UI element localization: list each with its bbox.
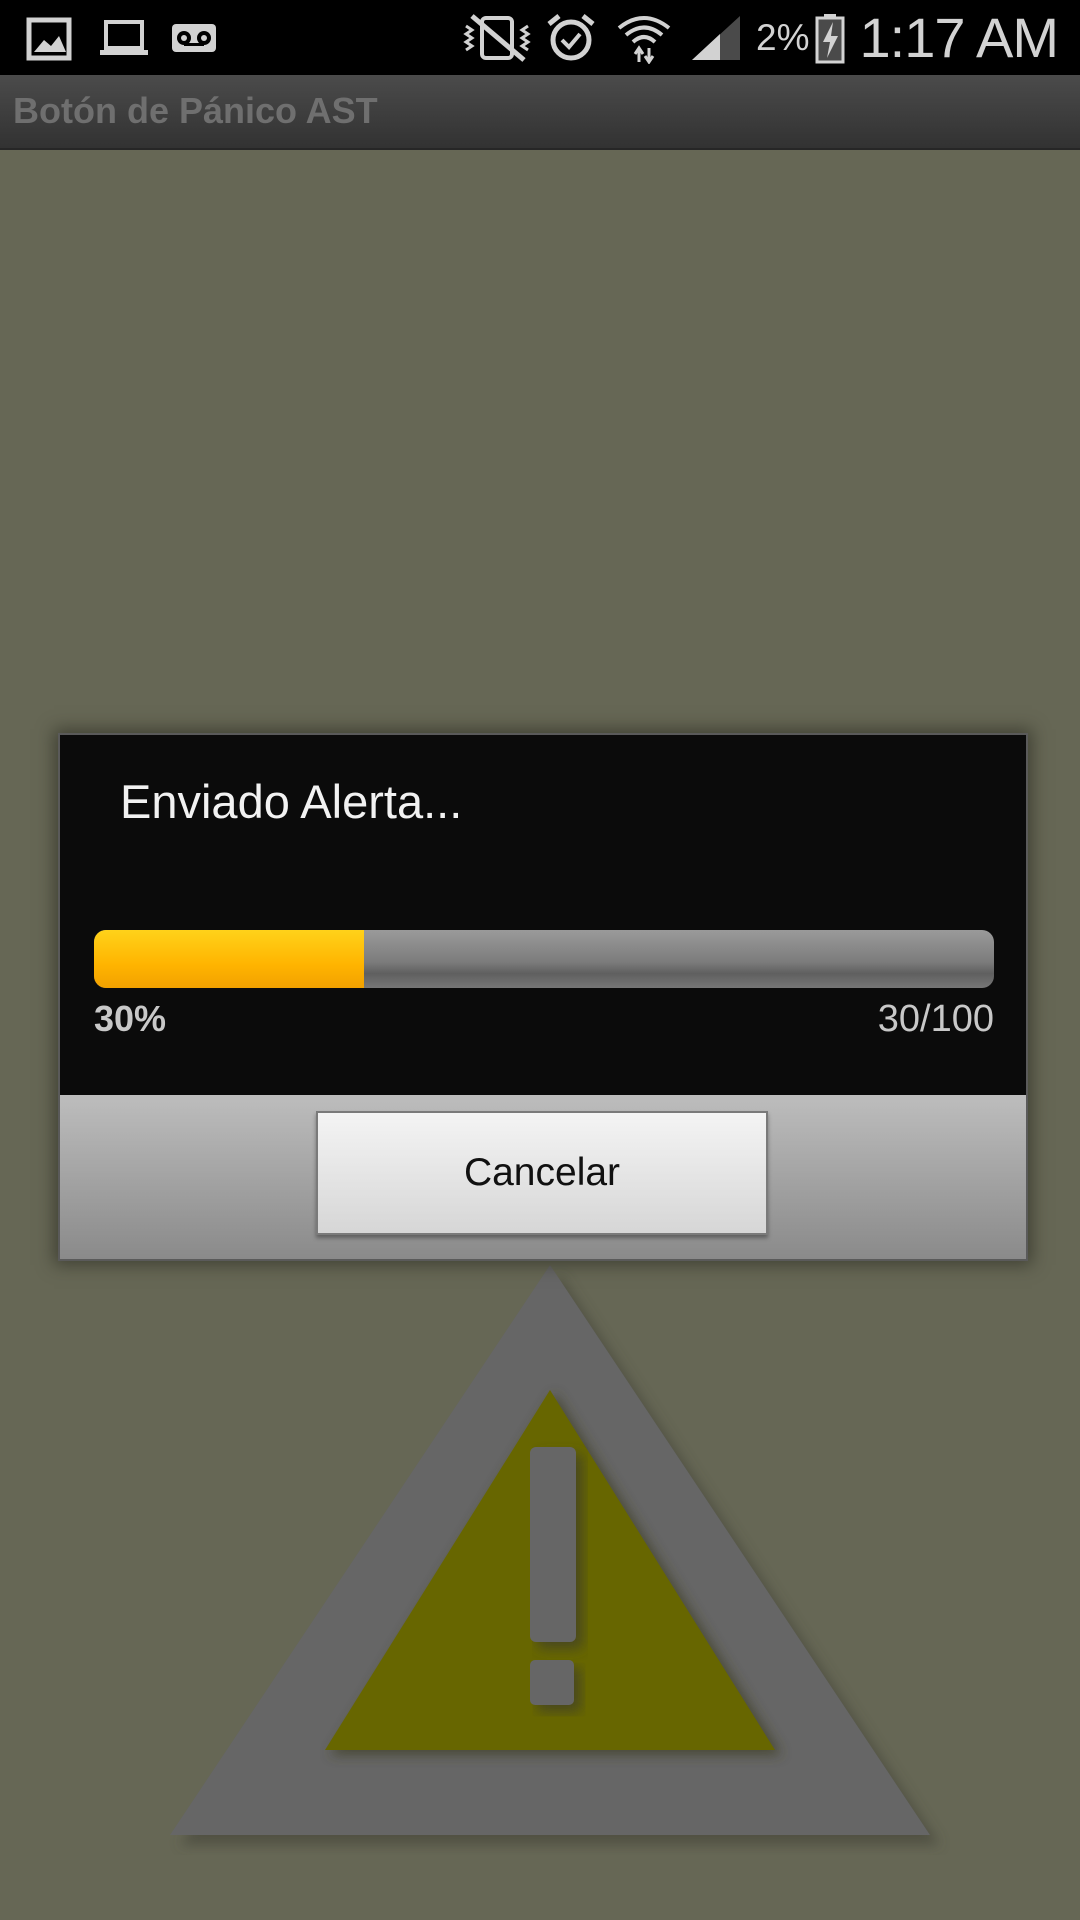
battery-charging-icon: [815, 14, 845, 64]
wifi-icon: [617, 16, 671, 64]
progress-percent: 30%: [94, 998, 167, 1039]
dialog-footer: Cancelar: [60, 1095, 1026, 1259]
status-bar: 2% 1:17 AM: [0, 0, 1080, 75]
alarm-icon: [547, 14, 595, 61]
cancel-button[interactable]: Cancelar: [316, 1111, 768, 1235]
action-bar: Botón de Pánico AST: [0, 75, 1080, 150]
voicemail-icon: [172, 24, 216, 52]
dialog-body: Enviado Alerta... 30% 30/100: [60, 735, 1026, 1095]
laptop-icon: [100, 20, 148, 55]
progress-count: 30/100: [877, 998, 994, 1040]
dialog-title: Enviado Alerta...: [120, 775, 463, 828]
progress-bar: [94, 930, 994, 988]
gallery-icon: [26, 17, 72, 61]
clock: 1:17 AM: [859, 6, 1059, 69]
signal-icon: [692, 16, 740, 60]
warning-icon[interactable]: [150, 1255, 950, 1855]
progress-dialog: Enviado Alerta... 30% 30/100 Cancelar: [58, 733, 1028, 1261]
app-title: Botón de Pánico AST: [13, 90, 378, 131]
progress-bar-fill: [94, 930, 364, 988]
battery-percent: 2%: [756, 17, 810, 58]
vibrate-icon: [463, 14, 531, 62]
